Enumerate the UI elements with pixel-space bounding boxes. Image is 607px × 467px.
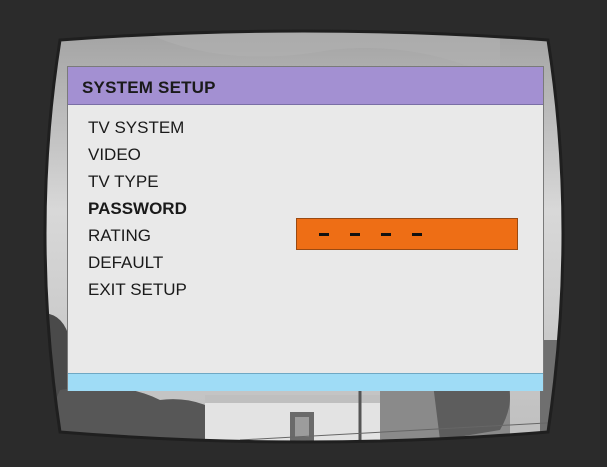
menu-item-tv-type[interactable]: TV TYPE <box>88 172 187 199</box>
dialog-header: SYSTEM SETUP <box>68 67 543 105</box>
menu-item-tv-system[interactable]: TV SYSTEM <box>88 118 187 145</box>
menu-item-password[interactable]: PASSWORD <box>88 199 187 226</box>
password-entry-field[interactable] <box>296 218 518 250</box>
dialog-status-bar <box>68 373 543 391</box>
system-setup-dialog: SYSTEM SETUP TV SYSTEM VIDEO TV TYPE PAS… <box>67 66 544 391</box>
password-digit-placeholder <box>412 233 422 236</box>
menu-item-exit-setup[interactable]: EXIT SETUP <box>88 280 187 307</box>
setup-menu: TV SYSTEM VIDEO TV TYPE PASSWORD RATING … <box>88 118 187 307</box>
password-digit-placeholder <box>350 233 360 236</box>
menu-item-rating[interactable]: RATING <box>88 226 187 253</box>
menu-item-default[interactable]: DEFAULT <box>88 253 187 280</box>
password-digit-placeholder <box>319 233 329 236</box>
dialog-title: SYSTEM SETUP <box>82 78 216 97</box>
password-digit-placeholder <box>381 233 391 236</box>
tv-screen: SYSTEM SETUP TV SYSTEM VIDEO TV TYPE PAS… <box>0 0 607 467</box>
menu-item-video[interactable]: VIDEO <box>88 145 187 172</box>
